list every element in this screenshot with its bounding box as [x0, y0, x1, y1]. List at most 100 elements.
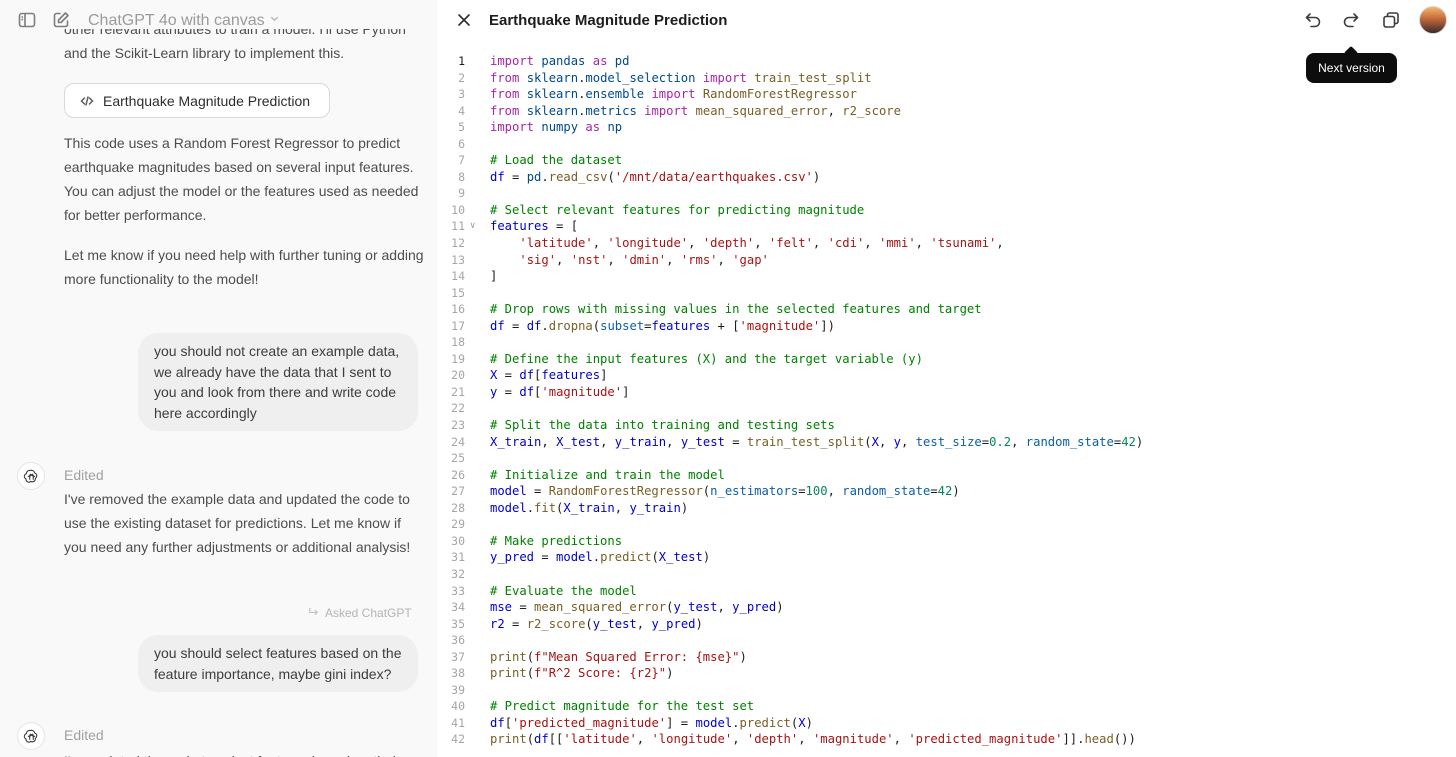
code-line[interactable]: 10 # Select relevant features for predict…: [437, 202, 1456, 219]
code-text: # Drop rows with missing values in the s…: [490, 302, 982, 317]
code-line[interactable]: 23 # Split the data into training and tes…: [437, 417, 1456, 434]
code-line[interactable]: 42 print(df[['latitude', 'longitude', 'de…: [437, 731, 1456, 748]
line-number: 10: [451, 202, 465, 217]
code-line[interactable]: 15: [437, 285, 1456, 302]
code-line[interactable]: 30 # Make predictions: [437, 533, 1456, 550]
code-line[interactable]: 8 df = pd.read_csv('/mnt/data/earthquakes…: [437, 169, 1456, 186]
code-editor[interactable]: 1 import pandas as pd 2 from sklearn.model_…: [437, 53, 1456, 748]
code-text: from sklearn.metrics import mean_squared…: [490, 103, 901, 118]
line-number: 31: [451, 550, 465, 565]
code-line[interactable]: 38 print(f"R^2 Score: {r2}"): [437, 665, 1456, 682]
user-message: you should select features based on the …: [138, 635, 418, 692]
canvas-document-chip[interactable]: Earthquake Magnitude Prediction: [64, 83, 330, 118]
code-line[interactable]: 17 df = df.dropna(subset=features + ['mag…: [437, 318, 1456, 335]
line-number: 34: [451, 600, 465, 615]
code-line[interactable]: 6: [437, 136, 1456, 153]
line-number: 13: [451, 252, 465, 267]
code-line[interactable]: 36: [437, 632, 1456, 649]
code-line[interactable]: 5 import numpy as np: [437, 119, 1456, 136]
asked-chatgpt-label: Asked ChatGPT: [308, 606, 412, 620]
code-text: ]: [490, 269, 498, 284]
reply-arrow-icon: [308, 606, 319, 620]
redo-icon[interactable]: [1341, 10, 1361, 30]
code-line[interactable]: 18: [437, 334, 1456, 351]
user-avatar[interactable]: [1419, 6, 1447, 34]
line-number: 42: [451, 732, 465, 747]
line-number: 16: [451, 302, 465, 317]
code-text: print(f"Mean Squared Error: {mse}"): [490, 649, 747, 664]
code-text: print(f"R^2 Score: {r2}"): [490, 666, 674, 681]
code-line[interactable]: 14]: [437, 268, 1456, 285]
code-text: model.fit(X_train, y_train): [490, 500, 689, 515]
code-line[interactable]: 29: [437, 516, 1456, 533]
code-line[interactable]: 22: [437, 400, 1456, 417]
code-line[interactable]: 41 df['predicted_magnitude'] = model.pred…: [437, 715, 1456, 732]
code-line[interactable]: 35 r2 = r2_score(y_test, y_pred): [437, 616, 1456, 633]
model-title: ChatGPT 4o with canvas: [88, 12, 265, 29]
line-number: 4: [458, 103, 465, 118]
code-line[interactable]: 40 # Predict magnitude for the test set: [437, 698, 1456, 715]
assistant-message: This code uses a Random Forest Regressor…: [64, 135, 419, 223]
assistant-message: I've removed the example data and update…: [64, 491, 411, 555]
code-text: # Evaluate the model: [490, 583, 637, 598]
code-text: df = pd.read_csv('/mnt/data/earthquakes.…: [490, 169, 821, 184]
model-selector[interactable]: ChatGPT 4o with canvas: [88, 11, 280, 30]
new-chat-icon[interactable]: [51, 10, 71, 30]
user-message: you should not create an example data, w…: [138, 333, 418, 431]
line-number: 14: [451, 269, 465, 284]
code-text: # Split the data into training and testi…: [490, 418, 835, 433]
line-number: 17: [451, 318, 465, 333]
line-number: 41: [451, 715, 465, 730]
code-line[interactable]: 12 'latitude', 'longitude', 'depth', 'fe…: [437, 235, 1456, 252]
openai-logo-icon: [23, 729, 37, 743]
chat-panel: ChatGPT 4o with canvas other relevant at…: [0, 0, 437, 757]
line-number: 39: [451, 682, 465, 697]
code-line[interactable]: 9: [437, 185, 1456, 202]
code-line[interactable]: 19 # Define the input features (X) and th…: [437, 351, 1456, 368]
code-text: model = RandomForestRegressor(n_estimato…: [490, 484, 960, 499]
code-line[interactable]: 4 from sklearn.metrics import mean_square…: [437, 103, 1456, 120]
assistant-avatar: [17, 462, 45, 490]
undo-icon[interactable]: [1303, 10, 1323, 30]
code-line[interactable]: 26 # Initialize and train the model: [437, 467, 1456, 484]
code-line[interactable]: 25: [437, 450, 1456, 467]
code-text: mse = mean_squared_error(y_test, y_pred): [490, 600, 784, 615]
openai-logo-icon: [23, 469, 37, 483]
code-line[interactable]: 1 import pandas as pd: [437, 53, 1456, 70]
code-line[interactable]: 16 # Drop rows with missing values in the…: [437, 301, 1456, 318]
line-number: 33: [451, 583, 465, 598]
code-icon: [79, 93, 95, 109]
line-number: 18: [451, 335, 465, 350]
code-line[interactable]: 7 # Load the dataset: [437, 152, 1456, 169]
code-line[interactable]: 3 from sklearn.ensemble import RandomFore…: [437, 86, 1456, 103]
code-line[interactable]: 39: [437, 682, 1456, 699]
code-line[interactable]: 27 model = RandomForestRegressor(n_estima…: [437, 483, 1456, 500]
code-line[interactable]: 28 model.fit(X_train, y_train): [437, 500, 1456, 517]
code-line[interactable]: 2 from sklearn.model_selection import tra…: [437, 70, 1456, 87]
code-line[interactable]: 31 y_pred = model.predict(X_test): [437, 549, 1456, 566]
code-line[interactable]: 32: [437, 566, 1456, 583]
line-number: 11: [451, 219, 465, 234]
code-text: # Make predictions: [490, 533, 623, 548]
line-number: 7: [458, 153, 465, 168]
code-line[interactable]: 20 X = df[features]: [437, 367, 1456, 384]
line-number: 25: [451, 451, 465, 466]
code-line[interactable]: 37 print(f"Mean Squared Error: {mse}"): [437, 649, 1456, 666]
code-line[interactable]: 11 ∨ features = [: [437, 218, 1456, 235]
code-line[interactable]: 33 # Evaluate the model: [437, 583, 1456, 600]
close-icon[interactable]: [455, 11, 473, 29]
sidebar-toggle-icon[interactable]: [17, 10, 37, 30]
code-text: import pandas as pd: [490, 54, 630, 68]
line-number: 5: [458, 120, 465, 135]
copy-icon[interactable]: [1381, 10, 1401, 30]
fold-chevron-icon[interactable]: ∨: [470, 218, 475, 235]
code-line[interactable]: 21 y = df['magnitude']: [437, 384, 1456, 401]
code-line[interactable]: 34 mse = mean_squared_error(y_test, y_pre…: [437, 599, 1456, 616]
code-text: # Load the dataset: [490, 153, 623, 168]
code-text: 'sig', 'nst', 'dmin', 'rms', 'gap': [519, 252, 769, 267]
assistant-avatar: [17, 722, 45, 750]
code-line[interactable]: 24 X_train, X_test, y_train, y_test = tra…: [437, 434, 1456, 451]
line-number: 8: [458, 169, 465, 184]
line-number: 38: [451, 666, 465, 681]
code-line[interactable]: 13 'sig', 'nst', 'dmin', 'rms', 'gap': [437, 252, 1456, 269]
